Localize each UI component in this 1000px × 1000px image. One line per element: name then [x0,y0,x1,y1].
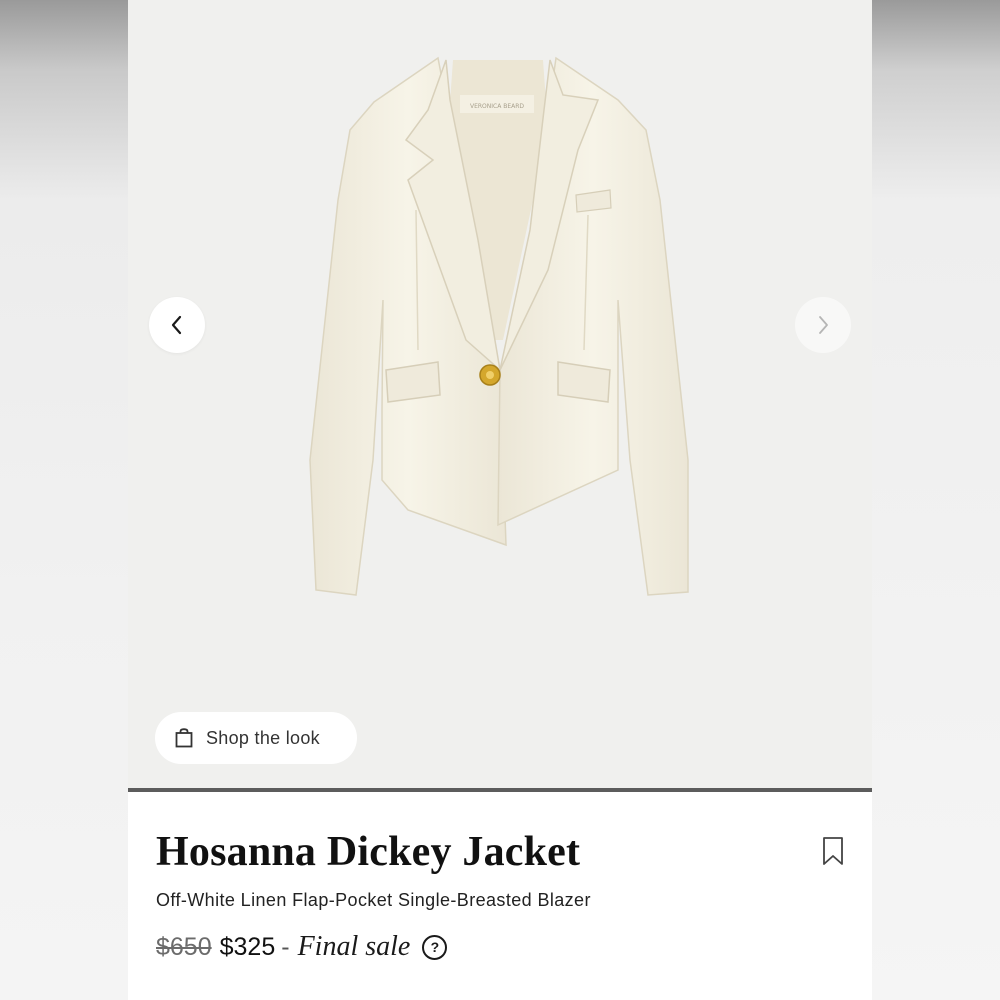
sale-price: $325 [219,932,276,961]
chevron-right-icon [819,316,828,334]
blurred-backdrop-right [872,0,1000,1000]
product-image: VERONICA BEARD [309,56,689,596]
bookmark-icon[interactable] [821,836,845,866]
previous-image-button[interactable] [149,297,205,353]
product-card: VERONICA BEARD Shop the look Hosanna Dic… [128,0,872,1000]
help-symbol: ? [430,939,440,955]
product-info: Hosanna Dickey Jacket Off-White Linen Fl… [156,826,856,967]
price-row: $650 $325 - Final sale ? [156,927,856,967]
chevron-left-icon [171,315,182,335]
gallery-divider [128,788,872,792]
shopping-bag-icon [175,728,193,748]
original-price: $650 [156,932,212,961]
shop-the-look-button[interactable]: Shop the look [155,712,357,764]
final-sale-label: Final sale [297,931,411,962]
price-separator: - [281,932,290,961]
question-circle-icon[interactable]: ? [422,934,448,960]
image-gallery[interactable]: VERONICA BEARD Shop the look [128,0,872,788]
svg-text:VERONICA BEARD: VERONICA BEARD [470,103,524,110]
product-subtitle: Off-White Linen Flap-Pocket Single-Breas… [156,890,591,910]
next-image-button[interactable] [795,297,851,353]
shop-the-look-label: Shop the look [206,727,320,748]
product-title: Hosanna Dickey Jacket [156,829,581,875]
